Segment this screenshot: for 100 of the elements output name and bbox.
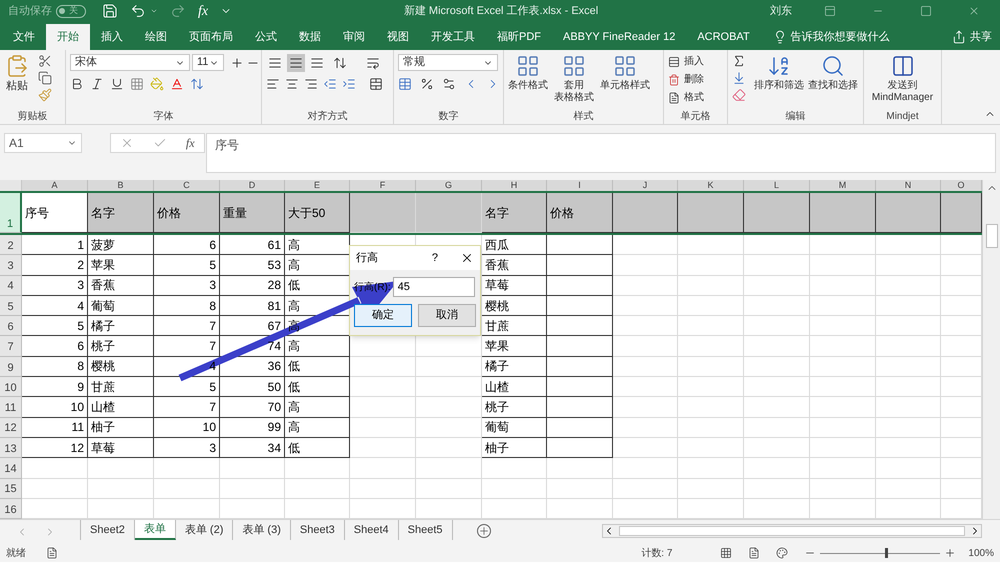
row-header[interactable]: 5	[0, 296, 22, 316]
table-cell: 大于50	[285, 193, 350, 233]
table-cell: 53	[220, 255, 285, 276]
column-header[interactable]: A	[22, 180, 88, 191]
font-name-field[interactable]: 宋体	[70, 54, 190, 71]
column-header[interactable]: C	[154, 180, 220, 191]
ribbon-tab[interactable]: 开始	[46, 24, 90, 50]
sheet-tab[interactable]: Sheet3	[290, 520, 345, 540]
row-header[interactable]: 16	[0, 498, 22, 520]
column-header[interactable]: L	[744, 180, 810, 191]
number-format-field[interactable]: 常规	[398, 54, 498, 71]
table-cell: 9	[22, 377, 88, 398]
row-header[interactable]: 7	[0, 336, 22, 357]
table-cell: 重量	[220, 193, 285, 233]
table-cell: 低	[285, 276, 350, 296]
find-select-button[interactable]: 查找和选择	[808, 78, 858, 93]
ribbon-tab[interactable]: 审阅	[332, 24, 376, 50]
table-cell: 山楂	[482, 377, 547, 398]
ribbon-tab[interactable]: 福昕PDF	[486, 24, 552, 50]
column-header[interactable]: I	[547, 180, 613, 191]
user-name: 刘东	[770, 4, 792, 19]
ribbon-tab[interactable]: 绘图	[134, 24, 178, 50]
row-header[interactable]: 3	[0, 255, 22, 276]
table-cell: 5	[22, 316, 88, 336]
insert-function-button[interactable]: fx	[198, 0, 208, 22]
tell-me-field[interactable]: 告诉我你想要做什么	[790, 28, 890, 46]
column-header[interactable]: E	[285, 180, 350, 191]
ribbon-tab[interactable]: 数据	[288, 24, 332, 50]
group-label: 样式	[574, 110, 594, 124]
ribbon-tab[interactable]: 开发工具	[420, 24, 486, 50]
row-height-input[interactable]: 45	[392, 277, 475, 297]
table-cell: 7	[154, 336, 220, 357]
help-button[interactable]: ?	[432, 250, 438, 266]
group-label: 数字	[438, 110, 458, 124]
ok-button[interactable]: 确定	[354, 304, 412, 327]
ribbon-tab[interactable]: ABBYY FineReader 12	[552, 24, 686, 50]
font-size-field[interactable]: 11	[192, 54, 224, 71]
cells-button[interactable]: 删除	[684, 72, 704, 87]
column-header[interactable]: N	[876, 180, 941, 191]
sheet-tab[interactable]: 表单 (2)	[176, 520, 234, 540]
formula-input[interactable]: 序号	[206, 133, 996, 173]
column-header[interactable]: B	[88, 180, 154, 191]
column-header[interactable]: M	[810, 180, 876, 191]
column-header[interactable]: J	[613, 180, 678, 191]
column-header[interactable]: K	[678, 180, 744, 191]
ribbon-tab[interactable]: 视图	[376, 24, 420, 50]
ribbon-tab[interactable]: 插入	[90, 24, 134, 50]
table-cell: 高	[285, 397, 350, 418]
ribbon-tab[interactable]: 页面布局	[178, 24, 244, 50]
sheet-tab[interactable]: Sheet5	[398, 520, 452, 540]
paste-button[interactable]: 粘贴	[6, 78, 28, 94]
sort-filter-button[interactable]: 排序和筛选	[754, 78, 804, 93]
share-button[interactable]: 共享	[970, 28, 992, 46]
style-button[interactable]: 套用 表格格式	[554, 80, 594, 104]
table-cell: 樱桃	[482, 296, 547, 316]
table-cell: 10	[22, 397, 88, 418]
column-header[interactable]: F	[350, 180, 416, 191]
ribbon-tab[interactable]: 文件	[2, 24, 46, 50]
style-button[interactable]: 条件格式	[508, 80, 548, 92]
row-header[interactable]: 10	[0, 377, 22, 398]
column-header[interactable]: D	[220, 180, 285, 191]
row-header[interactable]: 1	[0, 193, 22, 233]
row-header[interactable]: 14	[0, 458, 22, 479]
row-header[interactable]: 15	[0, 478, 22, 499]
ribbon-tab[interactable]: ACROBAT	[686, 24, 761, 50]
table-cell: 5	[154, 377, 220, 398]
table-cell: 柚子	[482, 438, 547, 458]
cells-button[interactable]: 插入	[684, 54, 704, 69]
table-cell: 4	[22, 296, 88, 316]
table-cell: 3	[154, 438, 220, 458]
table-cell: 西瓜	[482, 235, 547, 256]
ribbon-tab[interactable]: 公式	[244, 24, 288, 50]
style-button[interactable]: 单元格样式	[600, 80, 650, 92]
cancel-button[interactable]: 取消	[418, 304, 476, 327]
cells-button[interactable]: 格式	[684, 90, 704, 105]
count-status: 计数: 7	[641, 546, 672, 561]
row-header[interactable]: 13	[0, 438, 22, 458]
row-header[interactable]: 6	[0, 316, 22, 336]
table-cell: 6	[154, 235, 220, 256]
name-box[interactable]: A1	[4, 133, 82, 153]
row-header[interactable]: 11	[0, 397, 22, 418]
column-header[interactable]: H	[482, 180, 547, 191]
row-header[interactable]: 9	[0, 356, 22, 378]
group-label: Mindjet	[886, 110, 919, 124]
table-cell: 柚子	[88, 418, 154, 438]
insert-function-button[interactable]: fx	[186, 134, 195, 152]
send-to-mindmanager-button[interactable]: 发送到 MindManager	[872, 80, 934, 104]
sheet-tab[interactable]: 表单	[134, 520, 176, 540]
sheet-tab[interactable]: 表单 (3)	[233, 520, 291, 540]
table-cell: 3	[154, 276, 220, 296]
table-cell: 低	[285, 438, 350, 458]
table-cell: 桃子	[482, 397, 547, 418]
row-header[interactable]: 4	[0, 276, 22, 296]
row-header[interactable]: 2	[0, 235, 22, 256]
column-header[interactable]: O	[941, 180, 982, 191]
column-header[interactable]: G	[416, 180, 482, 191]
sheet-tab[interactable]: Sheet4	[344, 520, 399, 540]
window-title: 新建 Microsoft Excel 工作表.xlsx - Excel	[402, 4, 600, 19]
group-label: 字体	[154, 110, 174, 124]
row-header[interactable]: 12	[0, 418, 22, 438]
